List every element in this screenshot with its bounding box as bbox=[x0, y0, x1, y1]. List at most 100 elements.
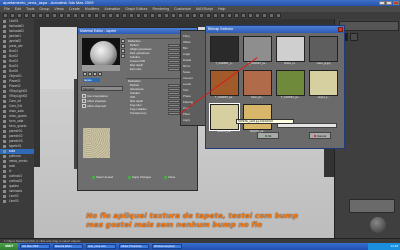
toolbar-button-icon[interactable] bbox=[10, 13, 15, 18]
param-spinner[interactable] bbox=[168, 112, 180, 115]
bitmap-thumbnail[interactable] bbox=[209, 103, 240, 131]
reset-map-button[interactable] bbox=[98, 72, 102, 76]
toolbar-button-icon[interactable] bbox=[192, 13, 197, 18]
toolbar-button-icon[interactable] bbox=[150, 13, 155, 18]
bitmap-thumbnail[interactable] bbox=[276, 36, 305, 62]
bitmap-selector-close-button[interactable] bbox=[338, 27, 343, 32]
taskbar-task[interactable]: Adobe Photoshop bbox=[119, 244, 149, 249]
minimize-button[interactable] bbox=[379, 1, 385, 5]
toolbar-button-icon[interactable] bbox=[3, 13, 8, 18]
backlight-button[interactable] bbox=[121, 44, 125, 48]
toolbar-button-icon[interactable] bbox=[24, 13, 29, 18]
bitmap-thumbnail[interactable] bbox=[309, 70, 338, 96]
scene-object-item[interactable]: Line03 bbox=[0, 199, 34, 204]
material-type-dropdown[interactable]: Standard bbox=[81, 86, 123, 91]
param-spinner[interactable] bbox=[168, 88, 180, 91]
param-spinner[interactable] bbox=[168, 52, 180, 55]
param-spinner[interactable] bbox=[168, 60, 180, 63]
toolbar-button-icon[interactable] bbox=[143, 13, 148, 18]
footer-button[interactable]: Close bbox=[164, 174, 175, 180]
assign-material-button[interactable] bbox=[93, 72, 97, 76]
start-button[interactable]: start bbox=[0, 243, 18, 250]
ok-button[interactable]: Ok bbox=[257, 132, 279, 139]
param-spinner[interactable] bbox=[168, 56, 180, 59]
toolbar-button-icon[interactable] bbox=[87, 13, 92, 18]
taskbar-task[interactable]: Material Editor bbox=[53, 244, 83, 249]
toolbar-button-icon[interactable] bbox=[220, 13, 225, 18]
navigation-sphere-icon[interactable] bbox=[370, 217, 386, 233]
param-spinner[interactable] bbox=[168, 68, 180, 71]
toolbar-button-icon[interactable] bbox=[59, 13, 64, 18]
param-spinner[interactable] bbox=[168, 64, 180, 67]
uv-tiling-button[interactable] bbox=[121, 54, 125, 58]
toolbar-button-icon[interactable] bbox=[178, 13, 183, 18]
cancel-button[interactable]: Cancel bbox=[309, 132, 331, 139]
toolbar-button-icon[interactable] bbox=[80, 13, 85, 18]
map-param-label: Apply bbox=[183, 118, 190, 122]
sample-type-button[interactable] bbox=[121, 39, 125, 43]
toolbar-button-icon[interactable] bbox=[122, 13, 127, 18]
toolbar-button-icon[interactable] bbox=[234, 13, 239, 18]
bitmap-thumbnail[interactable] bbox=[243, 70, 272, 96]
background-button[interactable] bbox=[121, 49, 125, 53]
toolbar-button-icon[interactable] bbox=[199, 13, 204, 18]
toolbar-button-icon[interactable] bbox=[94, 13, 99, 18]
toolbar-button-icon[interactable] bbox=[52, 13, 57, 18]
footer-button[interactable]: Clear Unused bbox=[92, 174, 113, 180]
toolbar-button-icon[interactable] bbox=[206, 13, 211, 18]
param-spinner[interactable] bbox=[168, 44, 180, 47]
toolbar-button-icon[interactable] bbox=[45, 13, 50, 18]
toolbar-button-icon[interactable] bbox=[157, 13, 162, 18]
bitmap-thumbnail[interactable] bbox=[243, 104, 272, 130]
preview-floor bbox=[82, 65, 120, 71]
modifier-stack[interactable] bbox=[349, 199, 395, 213]
toolbar-button-icon[interactable] bbox=[164, 13, 169, 18]
put-material-button[interactable] bbox=[88, 72, 92, 76]
toolbar-button-icon[interactable] bbox=[262, 13, 267, 18]
param-spinner[interactable] bbox=[168, 92, 180, 95]
toolbar-button-icon[interactable] bbox=[108, 13, 113, 18]
toolbar-button-icon[interactable] bbox=[31, 13, 36, 18]
option-checkbox[interactable]: Affect shadows bbox=[82, 99, 106, 103]
toolbar-button-icon[interactable] bbox=[101, 13, 106, 18]
toolbar-button-icon[interactable] bbox=[185, 13, 190, 18]
toolbar-button-icon[interactable] bbox=[136, 13, 141, 18]
param-spinner[interactable] bbox=[168, 100, 180, 103]
material-preview-sphere[interactable] bbox=[82, 38, 120, 71]
toolbar-button-icon[interactable] bbox=[276, 13, 281, 18]
maximize-button[interactable] bbox=[386, 1, 392, 5]
toolbar-button-icon[interactable] bbox=[38, 13, 43, 18]
bitmap-thumbnail[interactable] bbox=[309, 36, 338, 62]
toolbar-button-icon[interactable] bbox=[241, 13, 246, 18]
toolbar-button-icon[interactable] bbox=[129, 13, 134, 18]
bitmap-thumbnail[interactable] bbox=[276, 70, 305, 96]
taskbar-task[interactable]: apto_cena.max bbox=[86, 244, 116, 249]
toolbar-button-icon[interactable] bbox=[269, 13, 274, 18]
close-button[interactable] bbox=[393, 1, 399, 5]
footer-button[interactable]: Apply Changes bbox=[128, 174, 151, 180]
param-spinner[interactable] bbox=[168, 104, 180, 107]
toolbar-button-icon[interactable] bbox=[115, 13, 120, 18]
bitmap-thumbnail[interactable] bbox=[210, 36, 239, 62]
option-checkbox[interactable]: Use interpolation bbox=[82, 94, 108, 98]
toolbar-button-icon[interactable] bbox=[248, 13, 253, 18]
toolbar-button-icon[interactable] bbox=[17, 13, 22, 18]
param-spinner[interactable] bbox=[168, 84, 180, 87]
modifier-slot[interactable] bbox=[350, 33, 358, 41]
command-panel-tabs[interactable] bbox=[339, 21, 399, 31]
toolbar-button-icon[interactable] bbox=[66, 13, 71, 18]
toolbar-button-icon[interactable] bbox=[227, 13, 232, 18]
toolbar-button-icon[interactable] bbox=[213, 13, 218, 18]
param-spinner[interactable] bbox=[168, 96, 180, 99]
toolbar-button-icon[interactable] bbox=[73, 13, 78, 18]
toolbar-button-icon[interactable] bbox=[171, 13, 176, 18]
option-checkbox[interactable]: Affect channels bbox=[82, 104, 106, 108]
carpet-texture-thumbnail[interactable] bbox=[83, 128, 110, 158]
get-material-button[interactable] bbox=[83, 72, 87, 76]
taskbar-task[interactable]: 3ds Max 2009 bbox=[20, 244, 50, 249]
param-spinner[interactable] bbox=[168, 108, 180, 111]
toolbar-button-icon[interactable] bbox=[255, 13, 260, 18]
material-name-field[interactable]: tapete bbox=[83, 78, 100, 82]
param-spinner[interactable] bbox=[168, 48, 180, 51]
taskbar-task[interactable]: Windows Explorer bbox=[152, 244, 182, 249]
